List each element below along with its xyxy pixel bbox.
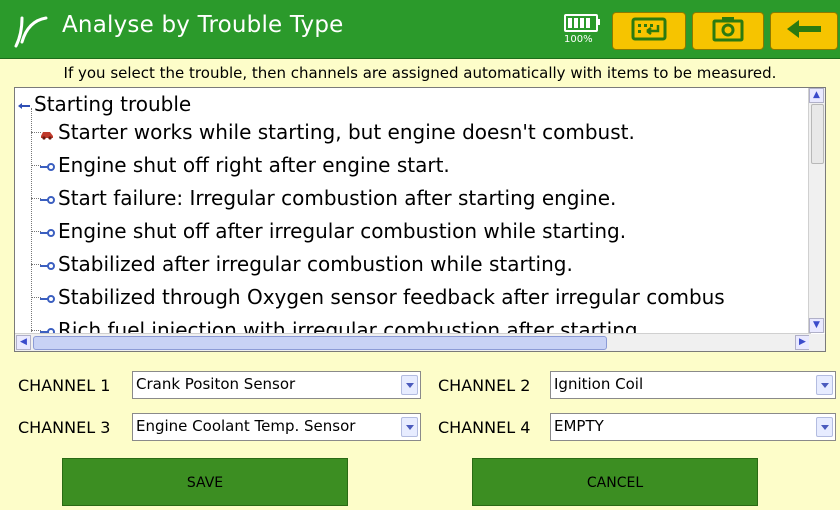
scroll-down-icon[interactable]: ▼ <box>809 318 824 333</box>
instruction-text: If you select the trouble, then channels… <box>63 64 777 82</box>
scroll-left-icon[interactable]: ◀ <box>16 335 31 350</box>
back-arrow-icon <box>787 20 821 38</box>
tree-item-label: Engine shut off after irregular combusti… <box>58 219 627 243</box>
chevron-down-icon[interactable] <box>816 417 833 437</box>
channel-1-select[interactable]: Crank Positon Sensor <box>132 371 421 399</box>
horizontal-scrollbar[interactable]: ◀ ▶ <box>15 333 811 351</box>
wrench-icon <box>40 261 55 270</box>
car-icon <box>41 131 53 140</box>
wrench-icon <box>40 195 55 204</box>
chevron-down-icon[interactable] <box>401 417 418 437</box>
keyboard-icon <box>631 17 667 41</box>
channel-2-select[interactable]: Ignition Coil <box>550 371 836 399</box>
tree-item[interactable]: Starter works while starting, but engine… <box>39 119 635 145</box>
wrench-icon <box>40 162 55 171</box>
channel-1-value: Crank Positon Sensor <box>136 375 296 393</box>
scroll-right-icon[interactable]: ▶ <box>795 335 810 350</box>
tree-item-label: Engine shut off right after engine start… <box>58 153 450 177</box>
title-bar: Analyse by Trouble Type 100% <box>0 0 840 59</box>
tree-root-icon <box>18 102 30 109</box>
channel-4-select[interactable]: EMPTY <box>550 413 836 441</box>
tree-item[interactable]: Start failure: Irregular combustion afte… <box>39 185 616 211</box>
tree-item[interactable]: Engine shut off after irregular combusti… <box>39 218 626 244</box>
save-button[interactable]: SAVE <box>62 458 348 506</box>
channel-3-label: CHANNEL 3 <box>18 418 111 437</box>
tree-item[interactable]: Stabilized after irregular combustion wh… <box>39 251 573 277</box>
battery-indicator: 100% <box>560 12 606 54</box>
chevron-down-icon[interactable] <box>401 375 418 395</box>
camera-button[interactable] <box>692 12 764 50</box>
back-button[interactable] <box>770 12 838 50</box>
battery-percent: 100% <box>564 34 593 45</box>
wrench-icon <box>40 228 55 237</box>
channel-3-value: Engine Coolant Temp. Sensor <box>136 417 356 435</box>
vertical-scrollbar[interactable]: ▲ ▼ <box>808 88 825 333</box>
chevron-down-icon[interactable] <box>816 375 833 395</box>
horizontal-scroll-thumb[interactable] <box>33 336 607 350</box>
battery-icon <box>564 14 598 32</box>
tree-item[interactable]: Engine shut off right after engine start… <box>39 152 450 178</box>
channel-4-value: EMPTY <box>554 417 604 435</box>
scrollbar-corner <box>809 334 825 351</box>
tree-item-label: Start failure: Irregular combustion afte… <box>58 186 617 210</box>
channel-3-select[interactable]: Engine Coolant Temp. Sensor <box>132 413 421 441</box>
tree-item-label: Starter works while starting, but engine… <box>58 120 635 144</box>
tree-root-label: Starting trouble <box>34 92 192 116</box>
tree-item-label: Stabilized through Oxygen sensor feedbac… <box>58 285 725 309</box>
vertical-scroll-thumb[interactable] <box>811 104 824 164</box>
channel-1-label: CHANNEL 1 <box>18 376 111 395</box>
tree-item-label: Rich fuel injection with irregular combu… <box>58 318 638 333</box>
tree-item[interactable]: Stabilized through Oxygen sensor feedbac… <box>39 284 725 310</box>
tree-root[interactable]: Starting trouble <box>17 91 191 117</box>
app-window: Analyse by Trouble Type 100% If you sele… <box>0 0 840 510</box>
wrench-icon <box>40 327 55 333</box>
channel-4-label: CHANNEL 4 <box>438 418 531 437</box>
keyboard-button[interactable] <box>612 12 686 50</box>
trouble-tree[interactable]: Starting trouble Starter works while sta… <box>14 87 826 352</box>
tree-item-label: Stabilized after irregular combustion wh… <box>58 252 573 276</box>
channel-2-label: CHANNEL 2 <box>438 376 531 395</box>
cancel-button[interactable]: CANCEL <box>472 458 758 506</box>
wrench-icon <box>40 294 55 303</box>
channel-2-value: Ignition Coil <box>554 375 644 393</box>
scroll-up-icon[interactable]: ▲ <box>809 88 824 103</box>
tree-item[interactable]: Rich fuel injection with irregular combu… <box>39 317 638 333</box>
page-title: Analyse by Trouble Type <box>62 12 344 38</box>
app-logo-icon <box>14 16 48 48</box>
camera-icon <box>712 17 744 42</box>
